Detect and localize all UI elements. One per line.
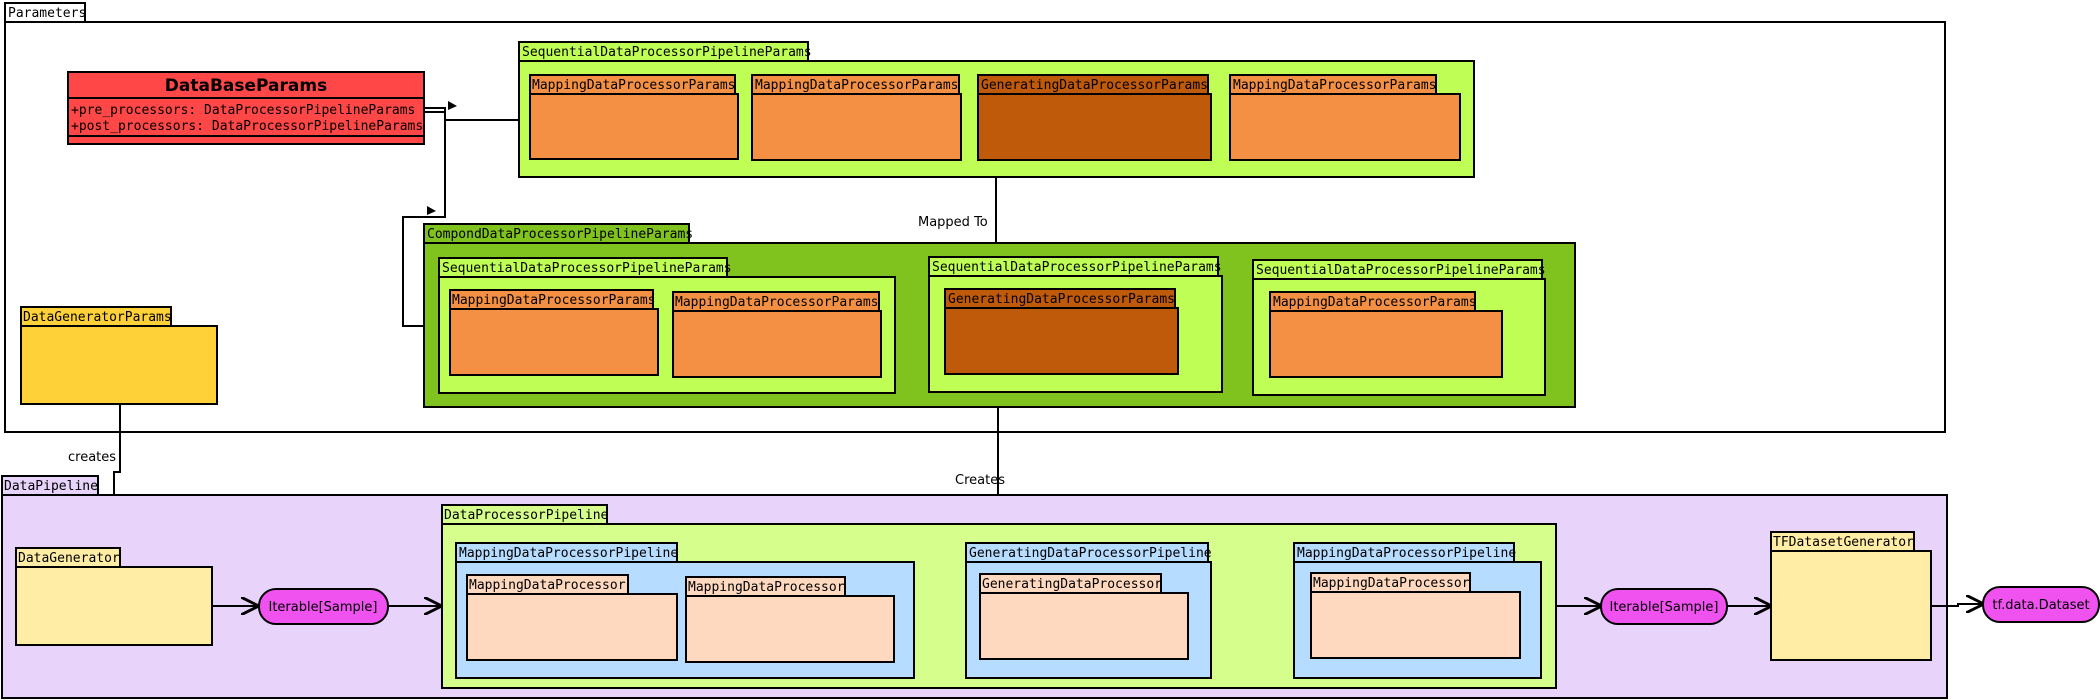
iterable-sample-node: Iterable[Sample] [258, 588, 389, 625]
mapping-params-label: MappingDataProcessorParams [1273, 295, 1477, 310]
sequential-inner-label: SequentialDataProcessorPipelineParams [1256, 263, 1546, 278]
mapping-processor-body [466, 593, 678, 661]
mapping-processor-label: MappingDataProcessor [469, 578, 626, 593]
architecture-diagram: Parameters DataBaseParams +pre_processor… [1, 2, 2100, 699]
data-generator-params-label: DataGeneratorParams [23, 310, 172, 325]
generating-params-body [944, 307, 1179, 375]
data-processor-pipeline: DataProcessorPipeline MappingDataProcess… [441, 504, 1557, 689]
compound-label: CompondDataProcessorPipelineParams [427, 227, 693, 242]
mapping-params-body [1269, 310, 1503, 378]
database-params-attr-post: +post_processors: DataProcessorPipelineP… [71, 119, 423, 134]
tf-dataset-generator-body [1770, 550, 1932, 661]
mapping-params-body [751, 93, 962, 161]
parameters-label: Parameters [8, 6, 86, 21]
mapped-to-label: Mapped To [918, 215, 988, 230]
mapping-params-label: MappingDataProcessorParams [1233, 78, 1437, 93]
generating-params-label: GeneratingDataProcessorParams [948, 292, 1175, 307]
sequential-inner-label: SequentialDataProcessorPipelineParams [442, 261, 732, 276]
database-params-title: DataBaseParams [165, 76, 327, 96]
mapping-params-label: MappingDataProcessorParams [755, 78, 959, 93]
creates-pipeline-label: Creates [955, 473, 1005, 488]
mapping-processor-label: MappingDataProcessor [1313, 576, 1470, 591]
data-generator-body [15, 566, 213, 646]
mapping-params-body [672, 310, 882, 378]
generating-params-body [977, 93, 1212, 161]
generating-pipeline-label: GeneratingDataProcessorPipeline [969, 546, 1212, 561]
sequential-top-label: SequentialDataProcessorPipelineParams [522, 45, 812, 60]
generating-processor-body [979, 592, 1189, 660]
data-generator-params-body [20, 325, 218, 405]
data-processor-pipeline-label: DataProcessorPipeline [444, 508, 609, 523]
tf-dataset-generator: TFDatasetGenerator [1770, 531, 1932, 661]
iterable-sample-node: Iterable[Sample] [1600, 588, 1728, 625]
sequential-params-top: SequentialDataProcessorPipelineParams Ma… [518, 41, 1475, 178]
database-params-attr-pre: +pre_processors: DataProcessorPipelinePa… [71, 103, 415, 118]
mapping-params-body [449, 308, 659, 376]
mapping-pipeline-label: MappingDataProcessorPipeline [1297, 546, 1516, 561]
mapping-params-label: MappingDataProcessorParams [532, 78, 736, 93]
generating-params-label: GeneratingDataProcessorParams [981, 78, 1208, 93]
data-pipeline-label: DataPipeline [4, 479, 98, 494]
mapping-processor-label: MappingDataProcessor [688, 580, 845, 595]
data-generator-label: DataGenerator [18, 551, 120, 566]
mapping-processor-body [685, 595, 895, 663]
mapping-params-body [529, 93, 739, 160]
iterable-sample-label: Iterable[Sample] [269, 600, 378, 615]
tf-dataset-label: tf.data.Dataset [1992, 598, 2089, 613]
iterable-sample-label: Iterable[Sample] [1610, 600, 1719, 615]
mapping-params-body [1229, 93, 1461, 161]
mapping-params-label: MappingDataProcessorParams [452, 293, 656, 308]
sequential-inner-label: SequentialDataProcessorPipelineParams [932, 260, 1222, 275]
mapping-processor-body [1310, 591, 1521, 659]
mapping-pipeline-label: MappingDataProcessorPipeline [459, 546, 678, 561]
compound-params: CompondDataProcessorPipelineParams Seque… [423, 223, 1576, 408]
mapping-params-label: MappingDataProcessorParams [675, 295, 879, 310]
tf-dataset-generator-label: TFDatasetGenerator [1773, 535, 1914, 550]
creates-label: creates [68, 450, 116, 465]
database-params-class: DataBaseParams +pre_processors: DataProc… [67, 71, 425, 145]
tf-dataset-node: tf.data.Dataset [1982, 586, 2100, 623]
generating-processor-label: GeneratingDataProcessor [982, 577, 1162, 592]
